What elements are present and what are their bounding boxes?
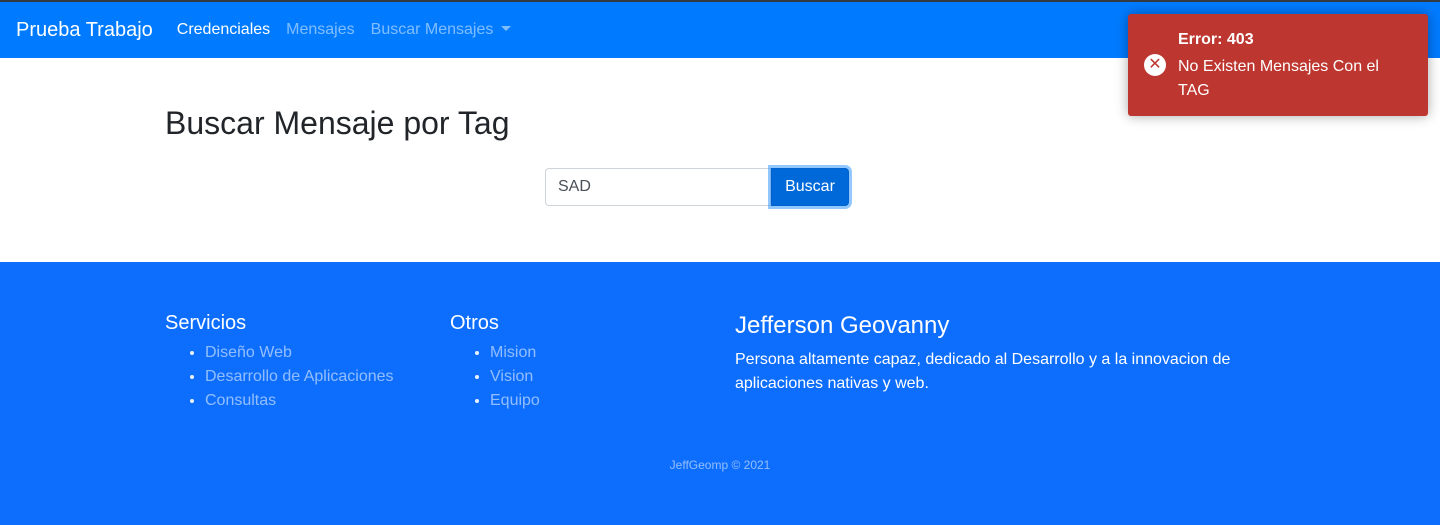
- footer-others-column: Otros Mision Vision Equipo: [450, 312, 540, 413]
- services-heading: Servicios: [165, 312, 247, 334]
- copyright-text: JeffGeomp © 2021: [669, 458, 771, 472]
- footer-link-diseno-web[interactable]: Diseño Web: [205, 341, 394, 365]
- nav-dropdown-label: Buscar Mensajes: [370, 21, 494, 38]
- footer-link-vision[interactable]: Vision: [490, 365, 540, 389]
- services-list: Diseño Web Desarrollo de Aplicaciones Co…: [165, 341, 394, 413]
- tag-search-input[interactable]: [545, 168, 771, 206]
- search-button[interactable]: Buscar: [771, 168, 849, 206]
- error-toast[interactable]: ✕ Error: 403 No Existen Mensajes Con el …: [1128, 14, 1428, 116]
- nav-link-mensajes[interactable]: Mensajes: [286, 21, 354, 39]
- footer-services-column: Servicios Diseño Web Desarrollo de Aplic…: [165, 312, 394, 413]
- error-circle-icon: ✕: [1144, 54, 1166, 76]
- others-list: Mision Vision Equipo: [450, 341, 540, 413]
- page-title: Buscar Mensaje por Tag: [165, 105, 510, 141]
- search-form: Buscar: [545, 168, 849, 206]
- chevron-down-icon: [501, 26, 512, 31]
- footer-link-mision[interactable]: Mision: [490, 341, 540, 365]
- footer-link-equipo[interactable]: Equipo: [490, 389, 540, 413]
- footer-link-consultas[interactable]: Consultas: [205, 389, 394, 413]
- footer: Servicios Diseño Web Desarrollo de Aplic…: [0, 262, 1440, 525]
- toast-message: No Existen Mensajes Con el TAG: [1178, 58, 1379, 99]
- footer-link-desarrollo-aplicaciones[interactable]: Desarrollo de Aplicaciones: [205, 365, 394, 389]
- toast-title: Error: 403: [1178, 31, 1254, 48]
- about-name: Jefferson Geovanny: [735, 312, 950, 339]
- nav-link-credenciales[interactable]: Credenciales: [177, 21, 270, 39]
- nav-dropdown-buscar-mensajes[interactable]: Buscar Mensajes: [371, 21, 512, 39]
- others-heading: Otros: [450, 312, 499, 334]
- footer-about-column: Jefferson Geovanny Persona altamente cap…: [735, 312, 1255, 396]
- navbar-brand[interactable]: Prueba Trabajo: [16, 19, 153, 42]
- about-description: Persona altamente capaz, dedicado al Des…: [735, 351, 1231, 392]
